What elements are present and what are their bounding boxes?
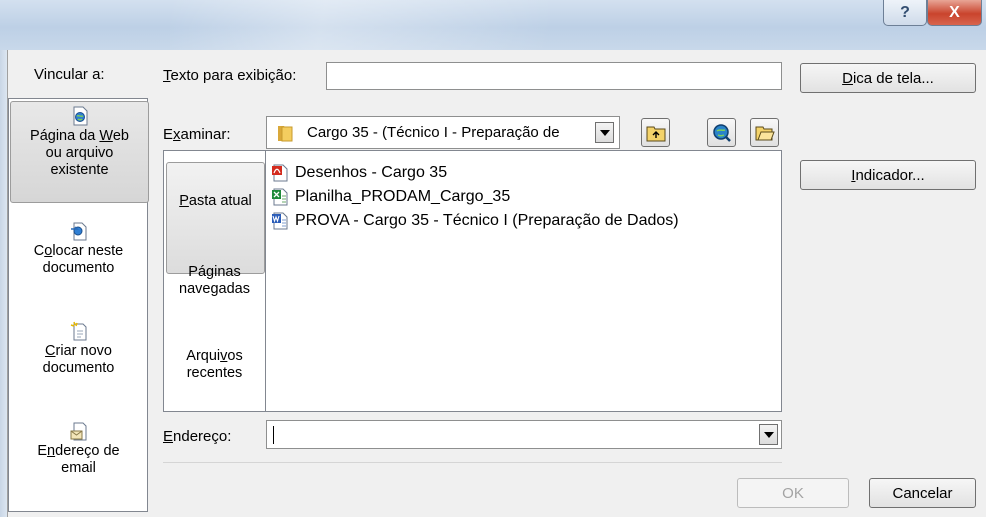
address-input[interactable] [269, 423, 755, 446]
folder-icon [278, 126, 293, 142]
address-dropdown-button[interactable] [759, 424, 778, 445]
help-icon: ? [900, 3, 910, 21]
link-to-item-web-page[interactable]: Página da Web ou arquivo existente [10, 101, 149, 203]
cancel-button[interactable]: Cancelar [869, 478, 976, 508]
place-in-document-icon [70, 222, 86, 241]
tab-current-folder[interactable]: Pasta atual [166, 162, 265, 274]
link-to-item-email-line2: email [61, 460, 96, 476]
tab-browsed-pages-line2: navegadas [179, 281, 250, 297]
close-button[interactable]: X [927, 0, 982, 26]
file-name: Desenhos - Cargo 35 [295, 164, 448, 181]
link-to-item-place-in-document[interactable]: Colocar neste documento [10, 221, 147, 293]
pdf-file-icon [272, 164, 288, 182]
link-to-item-place-in-document-line2: documento [42, 260, 115, 276]
text-cursor [273, 426, 274, 444]
up-folder-icon [646, 126, 665, 141]
email-icon [70, 422, 86, 441]
address-combobox[interactable] [266, 420, 782, 449]
help-button[interactable]: ? [883, 0, 927, 26]
browse-file-button[interactable] [750, 118, 779, 147]
file-name: PROVA - Cargo 35 - Técnico I (Preparação… [295, 212, 679, 229]
open-folder-icon [755, 126, 775, 140]
ok-button[interactable]: OK [737, 478, 849, 508]
link-to-item-web-page-line2: ou arquivo existente [45, 145, 114, 178]
close-icon: X [949, 3, 960, 21]
bookmark-button[interactable]: Indicador... [800, 160, 976, 190]
screen-tip-button[interactable]: Dica de tela... [800, 63, 976, 93]
link-to-item-email[interactable]: Endereço de email [10, 421, 147, 493]
file-list: Desenhos - Cargo 35 Planilha_PRODAM_Carg… [266, 150, 782, 412]
chevron-down-icon [599, 129, 610, 136]
chevron-down-icon [763, 431, 774, 438]
up-one-folder-button[interactable] [641, 118, 670, 147]
look-in-label: Examinar: [163, 126, 231, 143]
list-item[interactable]: PROVA - Cargo 35 - Técnico I (Preparação… [271, 210, 679, 232]
file-name: Planilha_PRODAM_Cargo_35 [295, 188, 511, 205]
web-page-icon [73, 106, 87, 126]
browse-web-icon [712, 123, 731, 142]
link-to-panel: Página da Web ou arquivo existente Coloc… [8, 98, 149, 512]
list-item[interactable]: Planilha_PRODAM_Cargo_35 [271, 186, 510, 208]
title-bar-highlight [170, 0, 550, 50]
display-text-label: Texto para exibição: [163, 67, 297, 84]
link-to-item-new-document-line2: documento [42, 360, 115, 376]
tab-browsed-pages[interactable]: Páginas navegadas [166, 264, 263, 314]
look-in-combobox[interactable]: Cargo 35 - (Técnico I - Preparação de [266, 116, 620, 149]
browse-web-button[interactable] [707, 118, 736, 147]
excel-file-icon [272, 188, 288, 206]
tab-recent-files[interactable]: Arquivos recentes [166, 348, 263, 398]
display-text-input[interactable] [326, 62, 782, 90]
word-file-icon [272, 212, 288, 230]
link-to-item-new-document[interactable]: Criar novo documento [10, 321, 147, 393]
browse-tabs-panel: Pasta atual Páginas navegadas Arquivos r… [163, 150, 266, 412]
address-label: Endereço: [163, 428, 232, 445]
tab-recent-files-line2: recentes [186, 365, 243, 381]
link-to-label: Vincular a: [34, 66, 105, 83]
look-in-dropdown-button[interactable] [595, 122, 614, 143]
new-document-icon [70, 321, 86, 341]
list-item[interactable]: Desenhos - Cargo 35 [271, 162, 447, 184]
window-frame-left [0, 50, 7, 517]
divider [163, 462, 782, 463]
look-in-value: Cargo 35 - (Técnico I - Preparação de [307, 124, 560, 141]
